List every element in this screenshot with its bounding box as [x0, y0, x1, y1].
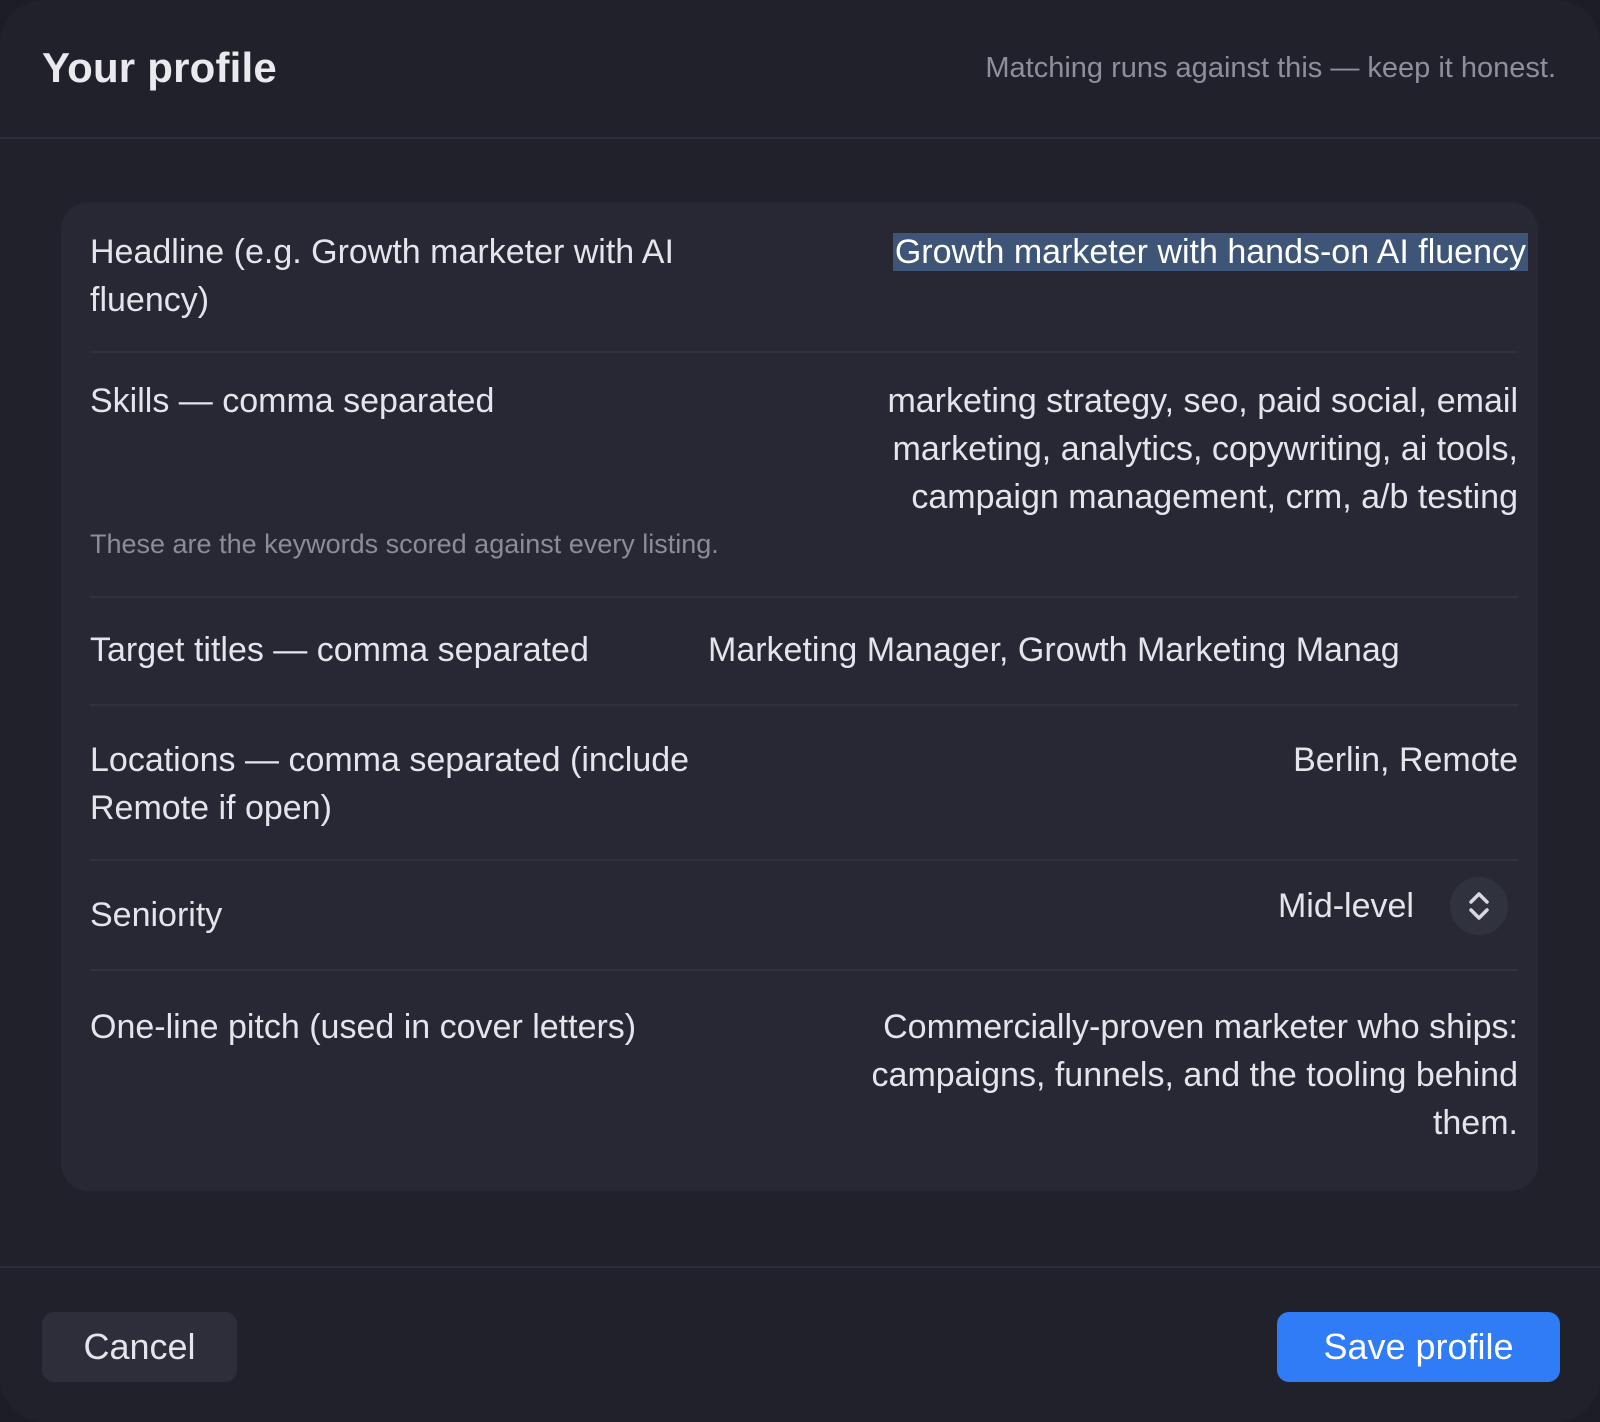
target-titles-row: Target titles — comma separated Marketin…	[90, 598, 1518, 706]
locations-row: Locations — comma separated (include Rem…	[90, 706, 1518, 861]
dialog-title: Your profile	[42, 44, 277, 91]
locations-input[interactable]: Berlin, Remote	[1293, 736, 1518, 784]
cancel-button[interactable]: Cancel	[42, 1312, 237, 1382]
target-titles-input[interactable]: Marketing Manager, Growth Marketing Mana…	[708, 626, 1528, 674]
headline-label: Headline (e.g. Growth marketer with AI f…	[90, 233, 674, 319]
pitch-row: One-line pitch (used in cover letters) C…	[90, 971, 1518, 1171]
save-profile-button[interactable]: Save profile	[1277, 1312, 1560, 1382]
pitch-label: One-line pitch (used in cover letters)	[90, 1008, 637, 1046]
headline-input-value: Growth marketer with hands-on AI fluency	[892, 233, 1528, 271]
profile-form: Headline (e.g. Growth marketer with AI f…	[61, 202, 1538, 1191]
chevron-up-down-icon[interactable]	[1450, 877, 1508, 935]
profile-dialog: Your profile Matching runs against this …	[0, 0, 1600, 1422]
dialog-header: Your profile Matching runs against this …	[0, 0, 1600, 139]
pitch-input[interactable]: Commercially-proven marketer who ships: …	[858, 1003, 1518, 1147]
headline-input[interactable]: Growth marketer with hands-on AI fluency	[892, 228, 1528, 276]
seniority-row: Seniority Mid-level	[90, 861, 1518, 971]
target-titles-label: Target titles — comma separated	[90, 631, 589, 669]
locations-label: Locations — comma separated (include Rem…	[90, 741, 690, 827]
seniority-label: Seniority	[90, 896, 223, 934]
headline-row: Headline (e.g. Growth marketer with AI f…	[90, 224, 1528, 353]
skills-input[interactable]: marketing strategy, seo, paid social, em…	[758, 377, 1518, 521]
skills-hint: These are the keywords scored against ev…	[90, 529, 719, 559]
seniority-select[interactable]: Mid-level	[1278, 875, 1508, 937]
dialog-subtitle: Matching runs against this — keep it hon…	[985, 52, 1556, 84]
skills-label: Skills — comma separated	[90, 382, 495, 420]
dialog-footer: Cancel Save profile	[0, 1266, 1600, 1422]
skills-row: Skills — comma separated marketing strat…	[90, 353, 1518, 598]
seniority-select-value: Mid-level	[1277, 886, 1414, 925]
